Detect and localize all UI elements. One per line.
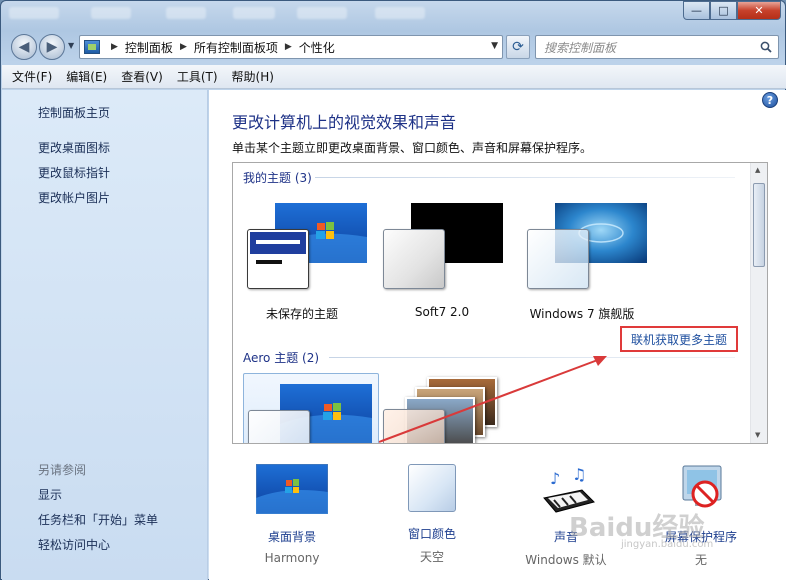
title-blur: [233, 7, 275, 19]
aero-themes-group-label: Aero 主题 (2): [243, 351, 320, 365]
menu-bar: 文件(F) 编辑(E) 查看(V) 工具(T) 帮助(H): [2, 65, 786, 89]
breadcrumb-personalization[interactable]: 个性化: [299, 39, 335, 56]
window-line-preview: [256, 240, 300, 244]
desktop-background-icon: [255, 463, 329, 515]
back-arrow-icon: ◀: [18, 39, 30, 55]
theme-window-preview: [527, 229, 589, 289]
theme-name: 未保存的主题: [265, 307, 338, 321]
window-line-preview: [256, 260, 282, 264]
navigation-row: ◀ ▶ ▼ ▶ 控制面板 ▶ 所有控制面板项 ▶ 个性化 ▼ ⟳ 搜索控制面板: [1, 31, 786, 63]
theme-windows7-ultimate[interactable]: Windows 7 旗舰版: [517, 199, 647, 324]
page-title: 更改计算机上的视觉效果和声音: [232, 113, 457, 132]
refresh-button[interactable]: ⟳: [506, 35, 530, 59]
theme-window-preview: [383, 229, 445, 289]
title-bar: — □ ✕: [1, 1, 786, 27]
refresh-icon: ⟳: [512, 39, 524, 55]
help-icon[interactable]: ?: [762, 92, 778, 108]
setting-value: Windows 默认: [525, 553, 607, 567]
watermark-url: jingyan.baidu.com: [621, 539, 714, 550]
theme-list: 我的主题 (3) 未保存的主题 Soft7 2.0 Windows 7 旗舰版 …: [232, 162, 768, 444]
chevron-right-icon[interactable]: ▶: [180, 42, 187, 52]
address-bar[interactable]: ▶ 控制面板 ▶ 所有控制面板项 ▶ 个性化 ▼: [79, 35, 503, 59]
my-themes-group-label: 我的主题 (3): [243, 171, 312, 185]
change-account-picture-link[interactable]: 更改帐户图片: [38, 189, 110, 206]
control-panel-home-link[interactable]: 控制面板主页: [38, 104, 110, 121]
setting-label: 窗口颜色: [407, 527, 456, 541]
recent-pages-dropdown[interactable]: ▼: [68, 41, 74, 50]
chevron-right-icon[interactable]: ▶: [285, 42, 292, 52]
ease-of-access-link[interactable]: 轻松访问中心: [38, 536, 110, 553]
theme-soft7[interactable]: Soft7 2.0: [377, 199, 507, 324]
theme-aero-windows7[interactable]: [243, 373, 379, 443]
breadcrumb-all-items[interactable]: 所有控制面板项: [194, 39, 278, 56]
theme-aero-landscapes[interactable]: [383, 373, 513, 443]
address-dropdown-icon[interactable]: ▼: [491, 41, 498, 51]
theme-list-scrollbar[interactable]: ▲ ▼: [750, 163, 767, 443]
maximize-button[interactable]: □: [710, 1, 737, 20]
menu-edit[interactable]: 编辑(E): [66, 68, 107, 85]
window-controls: — □ ✕: [683, 1, 781, 21]
get-more-themes-online-link[interactable]: 联机获取更多主题: [620, 326, 738, 352]
theme-name: Windows 7 旗舰版: [529, 307, 635, 321]
chevron-right-icon[interactable]: ▶: [111, 42, 118, 52]
search-input[interactable]: 搜索控制面板: [535, 35, 779, 59]
display-link[interactable]: 显示: [38, 486, 62, 503]
page-description: 单击某个主题立即更改桌面背景、窗口颜色、声音和屏幕保护程序。: [232, 141, 593, 155]
change-mouse-pointer-link[interactable]: 更改鼠标指针: [38, 164, 110, 181]
forward-button[interactable]: ▶: [39, 34, 65, 60]
breadcrumb-control-panel[interactable]: 控制面板: [125, 39, 173, 56]
minimize-button[interactable]: —: [683, 1, 710, 20]
title-blur: [9, 7, 59, 19]
see-also-heading: 另请参阅: [38, 463, 87, 477]
scroll-up-icon[interactable]: ▲: [755, 166, 760, 174]
theme-window-preview: [248, 410, 310, 443]
theme-window-preview: [247, 229, 309, 289]
group-divider: [315, 177, 735, 178]
search-icon[interactable]: [760, 41, 772, 53]
theme-name: Soft7 2.0: [414, 305, 470, 319]
menu-view[interactable]: 查看(V): [121, 68, 163, 85]
setting-value: 无: [694, 553, 707, 567]
search-placeholder: 搜索控制面板: [544, 40, 617, 55]
setting-label: 桌面背景: [267, 530, 316, 544]
menu-tools[interactable]: 工具(T): [177, 68, 218, 85]
back-button[interactable]: ◀: [11, 34, 37, 60]
setting-value: 天空: [419, 550, 444, 564]
control-panel-icon: [84, 40, 100, 54]
left-pane: 控制面板主页 更改桌面图标 更改鼠标指针 更改帐户图片 另请参阅 显示 任务栏和…: [2, 90, 208, 580]
close-button[interactable]: ✕: [737, 1, 781, 20]
title-blur: [297, 7, 347, 19]
menu-help[interactable]: 帮助(H): [232, 68, 274, 85]
svg-text:♫: ♫: [572, 465, 586, 484]
svg-text:♪: ♪: [550, 469, 560, 488]
scroll-thumb[interactable]: [753, 183, 765, 267]
title-blur: [91, 7, 131, 19]
title-blur: [375, 7, 425, 19]
setting-value: Harmony: [264, 551, 320, 565]
taskbar-start-menu-link[interactable]: 任务栏和「开始」菜单: [38, 511, 158, 528]
menu-file[interactable]: 文件(F): [12, 68, 52, 85]
scroll-down-icon[interactable]: ▼: [755, 431, 760, 439]
title-blur: [166, 7, 206, 19]
change-desktop-icons-link[interactable]: 更改桌面图标: [38, 139, 110, 156]
theme-window-preview: [383, 409, 445, 443]
window-color-setting[interactable]: 窗口颜色 天空: [372, 464, 492, 565]
theme-unsaved[interactable]: 未保存的主题: [237, 199, 367, 324]
forward-arrow-icon: ▶: [46, 39, 58, 55]
desktop-background-setting[interactable]: 桌面背景 Harmony: [232, 463, 352, 565]
group-divider: [329, 357, 735, 358]
window-color-icon: [408, 464, 456, 512]
window-frame: — □ ✕ ◀ ▶ ▼ ▶ 控制面板 ▶ 所有控制面板项 ▶ 个性化 ▼ ⟳ 搜…: [0, 0, 786, 580]
